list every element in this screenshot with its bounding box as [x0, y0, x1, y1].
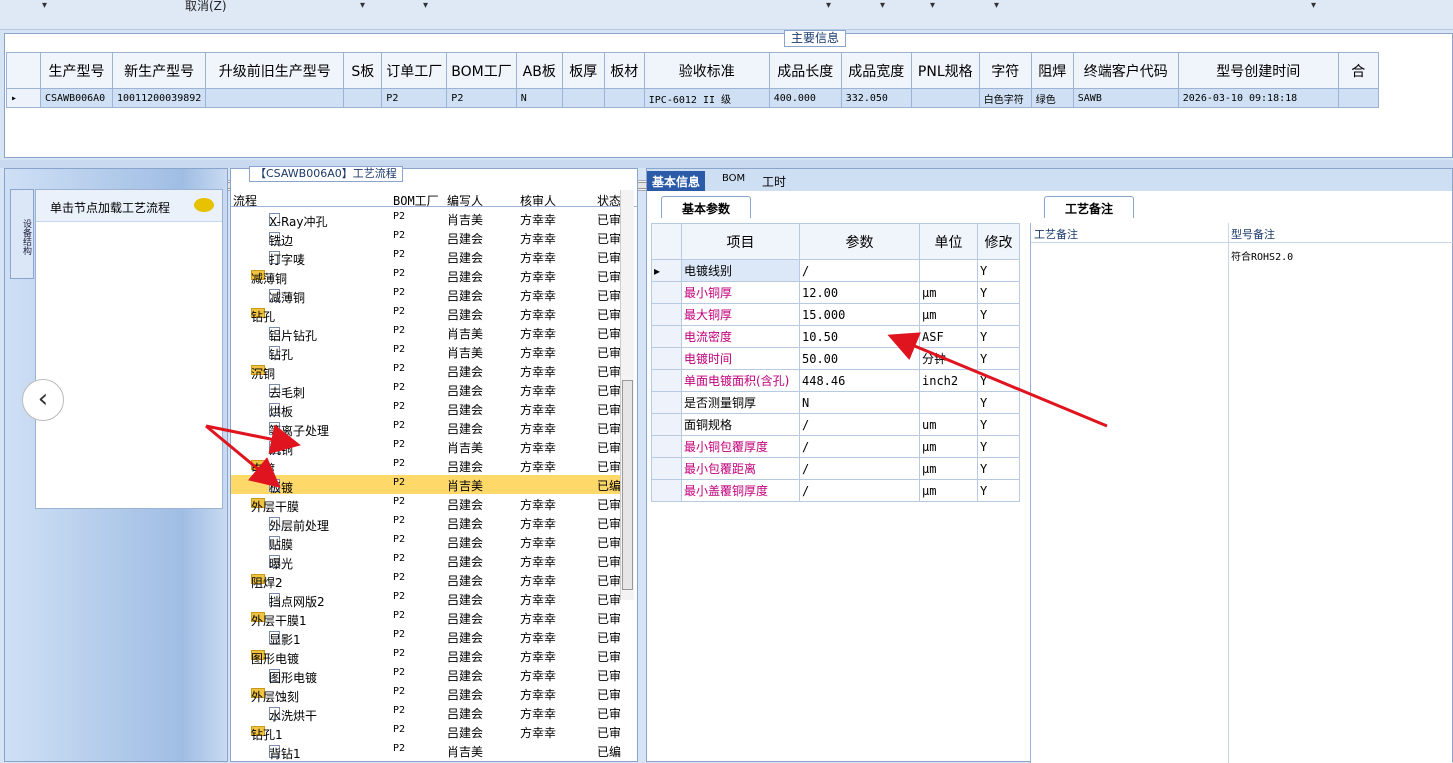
arrow-to-current-density [887, 332, 1108, 428]
arrow-to-copper-node [205, 424, 301, 454]
arrow-to-plating-node [205, 424, 281, 488]
annotation-arrows [205, 332, 1108, 488]
